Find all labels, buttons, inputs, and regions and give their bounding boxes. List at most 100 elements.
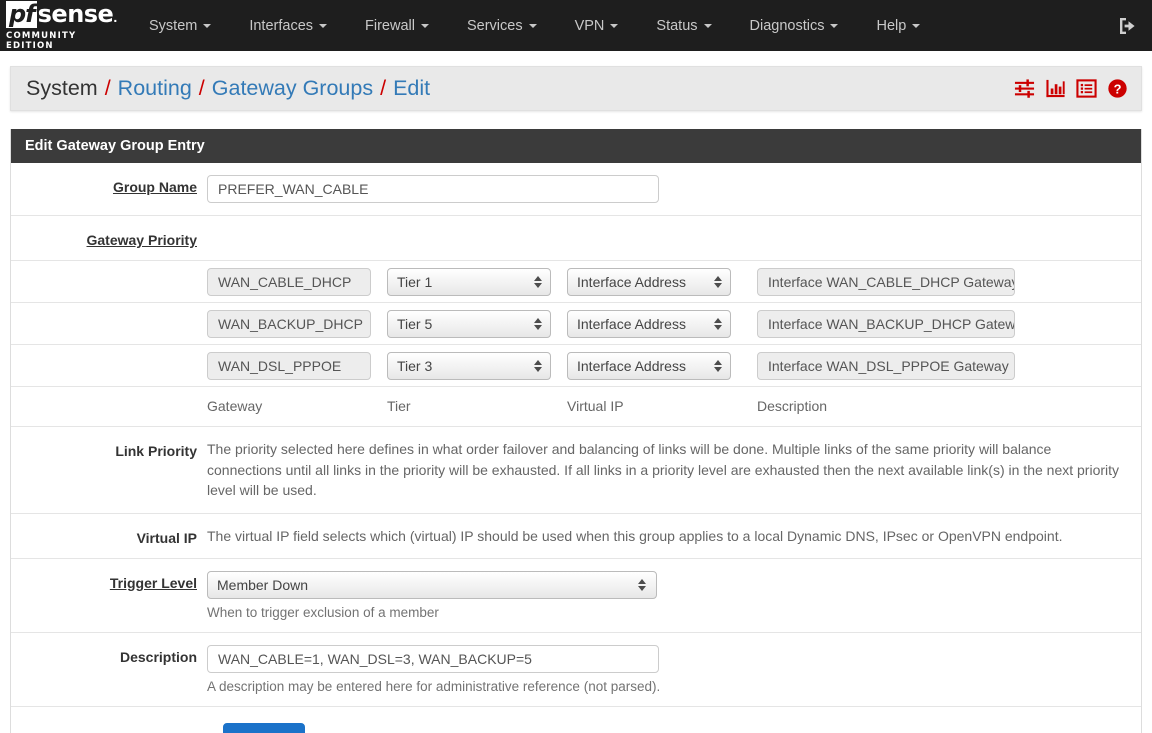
nav-item-services[interactable]: Services	[448, 0, 556, 51]
gateway-priority-label-cell: Gateway Priority	[11, 228, 207, 248]
breadcrumb-icon-group: ?	[1014, 78, 1128, 99]
breadcrumb-separator: /	[198, 76, 205, 100]
chevron-down-icon	[912, 23, 921, 28]
tier-select-2[interactable]: Tier 5	[387, 309, 551, 338]
chevron-down-icon	[703, 23, 712, 28]
gateway-name-field-1[interactable]: WAN_CABLE_DHCP	[207, 267, 371, 296]
tier-value-1: Tier 1	[397, 273, 433, 290]
breadcrumb-separator: /	[380, 76, 387, 100]
nav-label: Services	[466, 17, 523, 34]
virtual-ip-row: Virtual IP The virtual IP field selects …	[11, 514, 1141, 560]
chevron-down-icon	[319, 23, 328, 28]
virtual-ip-select-2[interactable]: Interface Address	[567, 309, 731, 338]
nav-label: Firewall	[365, 17, 415, 34]
brand-pf-mark: pf	[6, 0, 37, 28]
link-priority-row: Link Priority The priority selected here…	[11, 427, 1141, 514]
group-name-body	[207, 175, 1141, 203]
chevron-down-icon	[203, 23, 212, 28]
select-arrows-icon	[714, 359, 722, 372]
column-header-gateway: Gateway	[207, 398, 263, 414]
select-arrows-icon	[638, 579, 646, 592]
nav-label: Diagnostics	[749, 17, 825, 34]
brand-sense-text: sense	[37, 0, 114, 28]
chevron-down-icon	[830, 23, 839, 28]
nav-item-status[interactable]: Status	[637, 0, 730, 51]
tier-value-3: Tier 3	[397, 357, 433, 374]
list-table-icon[interactable]	[1076, 78, 1097, 99]
select-arrows-icon	[534, 317, 542, 330]
select-arrows-icon	[534, 275, 542, 288]
description-body: A description may be entered here for ad…	[207, 645, 1141, 694]
panel-title: Edit Gateway Group Entry	[11, 129, 1141, 163]
select-arrows-icon	[534, 359, 542, 372]
select-arrows-icon	[714, 275, 722, 288]
virtual-ip-value-1: Interface Address	[577, 273, 686, 290]
gateway-columns-header: Gateway Tier Virtual IP Description	[11, 387, 1141, 427]
breadcrumb-item-edit[interactable]: Edit	[393, 76, 430, 101]
nav-label: System	[149, 17, 198, 34]
gateway-priority-label: Gateway Priority	[86, 232, 198, 248]
nav-item-firewall[interactable]: Firewall	[346, 0, 448, 51]
sliders-icon[interactable]	[1014, 78, 1035, 99]
gateway-name-field-2[interactable]: WAN_BACKUP_DHCP	[207, 309, 371, 338]
nav-item-interfaces[interactable]: Interfaces	[230, 0, 346, 51]
virtual-ip-label: Virtual IP	[136, 529, 197, 546]
logout-button[interactable]	[1108, 0, 1152, 51]
virtual-ip-body: The virtual IP field selects which (virt…	[207, 526, 1141, 547]
virtual-ip-value-2: Interface Address	[577, 315, 686, 332]
select-arrows-icon	[714, 317, 722, 330]
virtual-ip-text: The virtual IP field selects which (virt…	[207, 527, 1063, 544]
virtual-ip-select-1[interactable]: Interface Address	[567, 267, 731, 296]
description-label: Description	[119, 649, 197, 666]
nav-label: Interfaces	[249, 17, 314, 34]
nav-item-vpn[interactable]: VPN	[556, 0, 638, 51]
group-name-input[interactable]	[207, 175, 659, 203]
brand-logo-text: pf sense .	[6, 0, 117, 28]
nav-label: VPN	[574, 17, 605, 34]
gateway-priority-heading-row: Gateway Priority	[11, 216, 1141, 261]
breadcrumb-item-gateway-groups[interactable]: Gateway Groups	[212, 76, 373, 101]
breadcrumb: System / Routing / Gateway Groups / Edit	[10, 66, 1142, 111]
link-priority-label: Link Priority	[115, 443, 197, 459]
navbar-menu: System Interfaces Firewall Services VPN …	[108, 0, 1108, 51]
column-header-description: Description	[757, 398, 828, 414]
chevron-down-icon	[528, 23, 537, 28]
chevron-down-icon	[610, 23, 619, 28]
pfsense-logo[interactable]: pf sense . COMMUNITY EDITION	[0, 0, 117, 51]
nav-item-system[interactable]: System	[130, 0, 230, 51]
form-actions: Save	[11, 707, 1141, 733]
tier-select-3[interactable]: Tier 3	[387, 351, 551, 380]
gateway-row: WAN_BACKUP_DHCP Tier 5 Interface Address…	[11, 303, 1141, 345]
nav-item-help[interactable]: Help	[857, 0, 939, 51]
gateway-description-field-2[interactable]: Interface WAN_BACKUP_DHCP Gateway	[757, 309, 1015, 338]
description-row: Description A description may be entered…	[11, 633, 1141, 708]
column-header-virtual-ip: Virtual IP	[567, 398, 624, 414]
breadcrumb-item-routing[interactable]: Routing	[118, 76, 192, 101]
top-navbar: pf sense . COMMUNITY EDITION System Inte…	[0, 0, 1152, 51]
trigger-level-help: When to trigger exclusion of a member	[207, 605, 439, 621]
tier-select-1[interactable]: Tier 1	[387, 267, 551, 296]
trigger-level-select[interactable]: Member Down	[207, 571, 657, 600]
virtual-ip-select-3[interactable]: Interface Address	[567, 351, 731, 380]
gateway-name-field-3[interactable]: WAN_DSL_PPPOE	[207, 351, 371, 380]
tier-value-2: Tier 5	[397, 315, 433, 332]
edit-gateway-group-panel: Edit Gateway Group Entry Group Name Gate…	[10, 129, 1142, 733]
description-help: A description may be entered here for ad…	[207, 679, 661, 695]
trigger-level-label: Trigger Level	[109, 575, 197, 592]
gateway-description-field-1[interactable]: Interface WAN_CABLE_DHCP Gateway	[757, 267, 1015, 296]
nav-label: Help	[876, 17, 907, 34]
svg-text:?: ?	[1114, 81, 1122, 96]
nav-item-diagnostics[interactable]: Diagnostics	[731, 0, 858, 51]
breadcrumb-region: System / Routing / Gateway Groups / Edit	[0, 51, 1152, 111]
bar-chart-icon[interactable]	[1045, 78, 1066, 99]
gateway-row: WAN_DSL_PPPOE Tier 3 Interface Address I…	[11, 345, 1141, 387]
virtual-ip-value-3: Interface Address	[577, 357, 686, 374]
trigger-level-row: Trigger Level Member Down When to trigge…	[11, 559, 1141, 634]
help-question-circle-icon[interactable]: ?	[1107, 78, 1128, 99]
gateway-description-field-3[interactable]: Interface WAN_DSL_PPPOE Gateway	[757, 351, 1015, 380]
group-name-row: Group Name	[11, 163, 1141, 216]
description-input[interactable]	[207, 645, 659, 674]
save-button[interactable]: Save	[223, 723, 305, 733]
breadcrumb-item-system: System	[26, 76, 98, 100]
group-name-label: Group Name	[112, 179, 197, 195]
